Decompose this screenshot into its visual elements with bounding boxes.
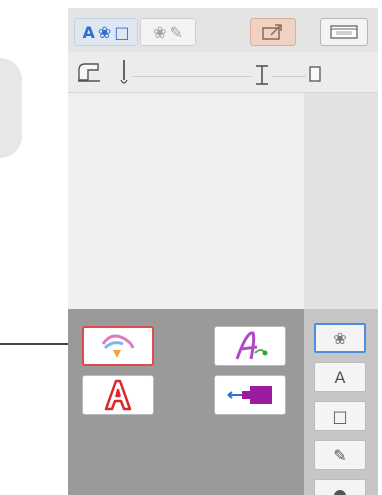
square-icon: □ <box>332 406 348 426</box>
category-edit-button[interactable]: ✎ <box>314 440 366 470</box>
tab-pattern-mode[interactable]: A ❀ □ <box>74 18 138 46</box>
export-button[interactable] <box>250 18 296 46</box>
decorative-pattern-icon <box>101 334 135 358</box>
embroidery-canvas[interactable] <box>68 93 304 309</box>
more-button-partial[interactable] <box>314 479 366 495</box>
flower-icon: ❀ <box>153 22 167 42</box>
category-frame-button[interactable]: □ <box>314 401 366 431</box>
machine-screen: A ❀ □ ❀ ✎ ❀ A □ ✎ <box>68 8 378 495</box>
spool-icon <box>256 65 268 85</box>
pencil-icon: ✎ <box>333 445 347 465</box>
square-icon: □ <box>114 22 130 42</box>
flower-icon: ❀ <box>333 328 347 348</box>
thread-line <box>132 76 252 77</box>
export-icon <box>262 24 282 40</box>
category-pattern-button[interactable]: ❀ <box>314 323 366 353</box>
top-toolbar: A ❀ □ ❀ ✎ <box>68 8 378 52</box>
bobbin-icon <box>309 66 321 82</box>
pencil-icon: ✎ <box>169 22 183 42</box>
presser-foot-icon <box>78 63 100 82</box>
tile-alphabet-script[interactable] <box>214 326 286 366</box>
tile-alphabet-block[interactable] <box>82 375 154 415</box>
needle-icon <box>120 60 128 84</box>
machine-settings-button[interactable] <box>320 18 368 46</box>
thread-line <box>272 76 306 77</box>
letter-a-icon: A <box>82 22 95 42</box>
more-icon <box>334 490 346 495</box>
tile-thread-color[interactable] <box>214 375 286 415</box>
letter-a-icon: A <box>334 367 346 387</box>
flower-icon: ❀ <box>97 22 112 42</box>
pattern-selection-panel <box>68 309 304 495</box>
thread-status-row <box>68 52 378 93</box>
decorative-half-disc <box>0 58 22 158</box>
machine-icon <box>330 25 358 39</box>
tile-decorative-patterns[interactable] <box>82 326 154 366</box>
canvas-side-strip <box>304 93 378 309</box>
block-letter-icon <box>104 379 132 411</box>
category-side-panel: ❀ A □ ✎ <box>304 309 378 495</box>
category-text-button[interactable]: A <box>314 362 366 392</box>
thread-color-icon <box>227 386 272 404</box>
tab-edit-mode[interactable]: ❀ ✎ <box>140 18 196 46</box>
script-letter-icon <box>235 331 268 360</box>
